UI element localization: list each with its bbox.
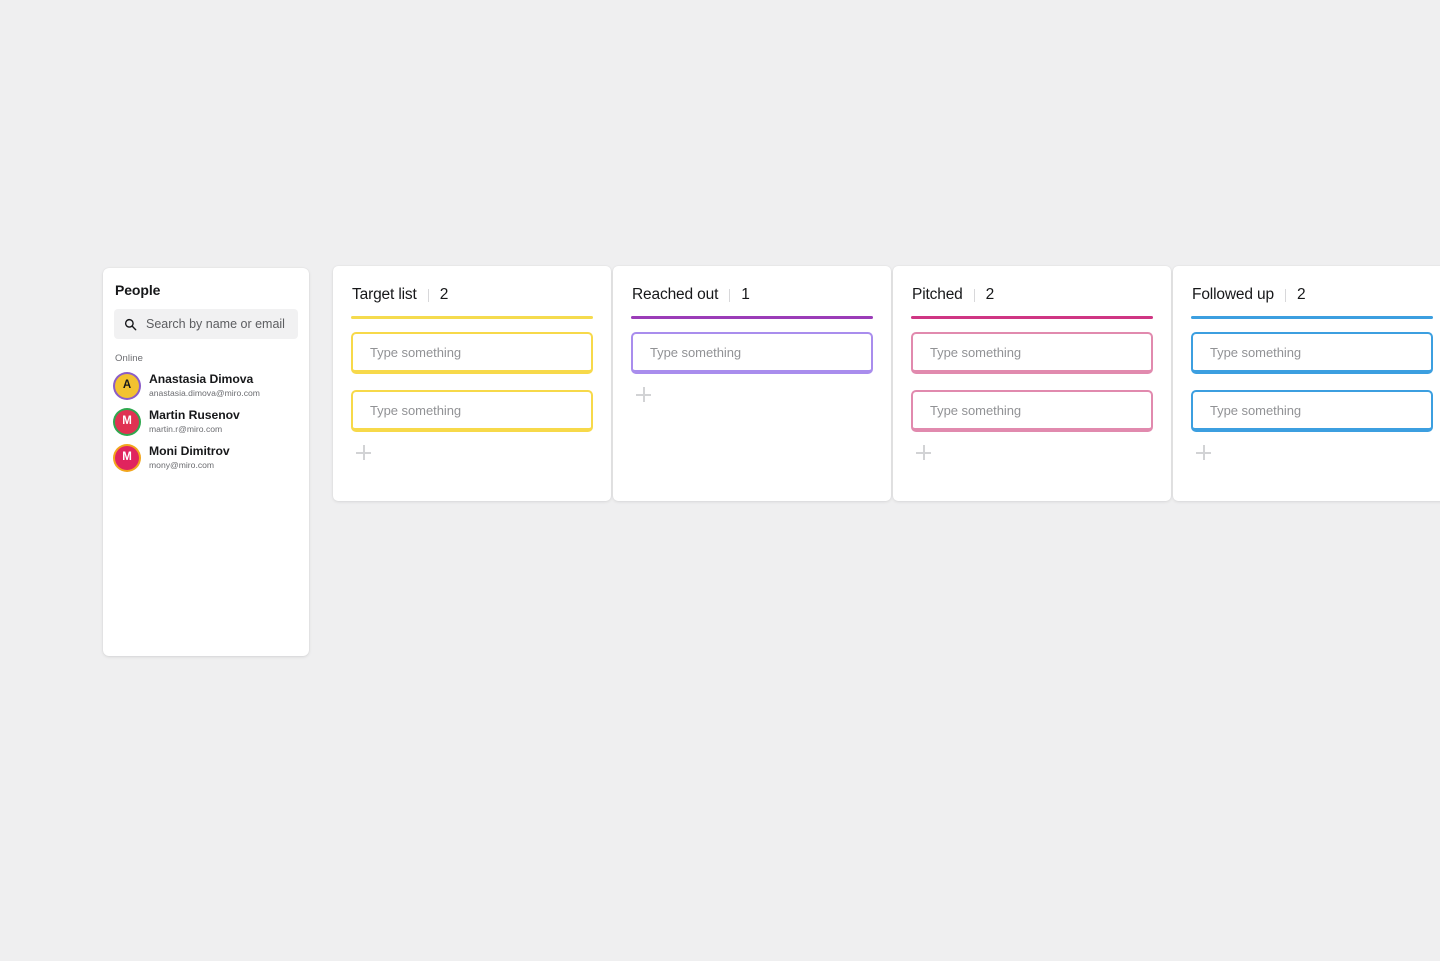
- avatar: M: [115, 409, 139, 434]
- board-column: Pitched 2 Type something Type something: [893, 266, 1171, 501]
- card-placeholder[interactable]: Type something: [930, 403, 1021, 418]
- avatar-initial: M: [122, 450, 132, 463]
- search-input[interactable]: [146, 309, 307, 339]
- card-placeholder[interactable]: Type something: [650, 345, 741, 360]
- column-header: Pitched 2: [911, 286, 1153, 304]
- people-panel-title: People: [115, 282, 161, 298]
- column-accent-rule: [1191, 316, 1433, 319]
- person-email: martin.r@miro.com: [149, 424, 223, 435]
- card-list: Type something Type something: [911, 332, 1153, 432]
- people-search[interactable]: [114, 309, 307, 339]
- sticky-card[interactable]: Type something: [1191, 390, 1433, 432]
- sticky-card[interactable]: Type something: [911, 332, 1153, 374]
- person-email: anastasia.dimova@miro.com: [149, 388, 260, 399]
- sticky-card[interactable]: Type something: [351, 390, 593, 432]
- card-list: Type something Type something: [351, 332, 593, 432]
- column-title[interactable]: Followed up: [1192, 286, 1274, 304]
- card-placeholder[interactable]: Type something: [370, 403, 461, 418]
- person-name: Moni Dimitrov: [149, 443, 230, 458]
- person-details: Anastasia Dimova anastasia.dimova@miro.c…: [149, 372, 260, 400]
- avatar: A: [115, 373, 139, 398]
- people-list: A Anastasia Dimova anastasia.dimova@miro…: [114, 369, 298, 475]
- online-section-label: Online: [115, 353, 144, 364]
- board-column: Followed up 2 Type something Type something: [1173, 266, 1440, 501]
- sticky-card[interactable]: Type something: [631, 332, 873, 374]
- add-card-button[interactable]: [1196, 445, 1213, 462]
- column-title[interactable]: Pitched: [912, 286, 963, 304]
- column-accent-rule: [911, 316, 1153, 319]
- column-accent-rule: [631, 316, 873, 319]
- person-details: Moni Dimitrov mony@miro.com: [149, 444, 230, 472]
- card-placeholder[interactable]: Type something: [1210, 345, 1301, 360]
- column-title[interactable]: Reached out: [632, 286, 718, 304]
- person-details: Martin Rusenov martin.r@miro.com: [149, 408, 240, 436]
- sticky-card[interactable]: Type something: [1191, 332, 1433, 374]
- avatar: M: [115, 445, 139, 470]
- avatar-initial: A: [122, 379, 132, 392]
- list-item[interactable]: M Martin Rusenov martin.r@miro.com: [114, 405, 298, 439]
- sticky-card[interactable]: Type something: [351, 332, 593, 374]
- board-column: Reached out 1 Type something: [613, 266, 891, 501]
- card-placeholder[interactable]: Type something: [370, 345, 461, 360]
- column-card-count: 2: [985, 286, 995, 303]
- column-header-divider: [729, 289, 731, 302]
- column-title[interactable]: Target list: [352, 286, 417, 304]
- list-item[interactable]: M Moni Dimitrov mony@miro.com: [114, 441, 298, 475]
- board-column: Target list 2 Type something Type something: [333, 266, 611, 501]
- person-name: Anastasia Dimova: [149, 372, 254, 386]
- card-list: Type something: [631, 332, 873, 374]
- column-card-count: 2: [439, 286, 449, 303]
- person-name: Martin Rusenov: [149, 407, 240, 422]
- card-list: Type something Type something: [1191, 332, 1433, 432]
- column-header-divider: [427, 289, 429, 302]
- kanban-board: Target list 2 Type something Type something…: [333, 266, 1440, 501]
- card-placeholder[interactable]: Type something: [1210, 403, 1301, 418]
- column-header: Reached out 1: [631, 286, 873, 304]
- add-card-button[interactable]: [356, 445, 373, 462]
- sticky-card[interactable]: Type something: [911, 390, 1153, 432]
- card-placeholder[interactable]: Type something: [930, 345, 1021, 360]
- column-header-divider: [973, 289, 975, 302]
- column-header: Target list 2: [351, 286, 593, 304]
- people-panel: People Online A Anastasia Dimova anastas…: [103, 268, 309, 656]
- column-card-count: 2: [1296, 286, 1306, 303]
- canvas: People Online A Anastasia Dimova anastas…: [0, 0, 1440, 961]
- column-accent-rule: [351, 316, 593, 319]
- column-header: Followed up 2: [1191, 286, 1433, 304]
- add-card-button[interactable]: [916, 445, 933, 462]
- column-card-count: 1: [741, 286, 750, 303]
- avatar-initial: M: [122, 415, 132, 428]
- column-header-divider: [1284, 289, 1286, 302]
- list-item[interactable]: A Anastasia Dimova anastasia.dimova@miro…: [114, 369, 298, 403]
- add-card-button[interactable]: [636, 387, 653, 404]
- person-email: mony@miro.com: [149, 459, 215, 470]
- search-icon: [124, 318, 137, 331]
